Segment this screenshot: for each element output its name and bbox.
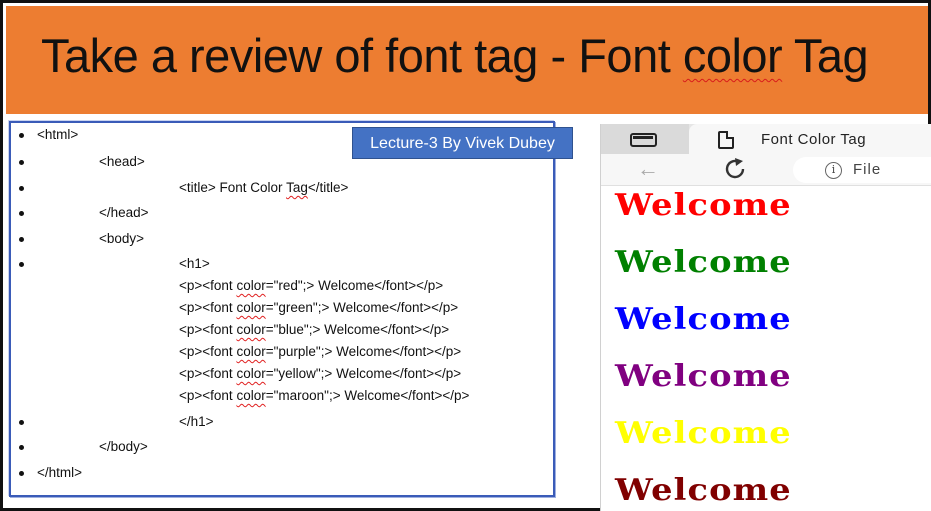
reload-icon[interactable] [721, 157, 749, 181]
code-text: </html> [37, 465, 83, 480]
bullet-icon [19, 237, 24, 242]
bullet-icon [19, 262, 24, 267]
bullet-icon [19, 445, 24, 450]
code-listing-panel: <html> <head> <title> Font Color Tag</ti… [9, 121, 555, 497]
welcome-text-green: Welcome [615, 245, 792, 280]
bullet-icon [19, 471, 24, 476]
page-icon [718, 131, 734, 149]
tabs-icon [630, 133, 657, 147]
bullet-icon [19, 186, 24, 191]
code-line: <p><font color="red";> Welcome</font></p… [179, 278, 444, 293]
tab-font-color-tag[interactable]: Font Color Tag [689, 124, 931, 154]
tab-actions-button[interactable] [601, 124, 689, 154]
page-viewport: Welcome Welcome Welcome Welcome Welcome … [601, 186, 931, 511]
lecture-badge: Lecture-3 By Vivek Dubey [352, 127, 573, 159]
code-line: <p><font color="blue";> Welcome</font></… [179, 322, 450, 337]
code-text: <head> [99, 154, 145, 169]
code-line: <p><font color="purple";> Welcome</font>… [179, 344, 462, 359]
navigation-bar: ← i File [601, 154, 931, 186]
title-text-spellcheck: color [682, 29, 783, 82]
code-line: <p><font color="yellow";> Welcome</font>… [179, 366, 462, 381]
bullet-icon [19, 211, 24, 216]
address-bar[interactable]: i File [793, 157, 931, 183]
bullet-icon [19, 420, 24, 425]
code-text: <html> [37, 127, 79, 142]
bullet-icon [19, 160, 24, 165]
welcome-text-maroon: Welcome [615, 473, 792, 508]
info-icon[interactable]: i [825, 162, 842, 179]
slide-title: Take a review of font tag - Font color T… [41, 28, 869, 83]
code-text: <body> [99, 231, 145, 246]
address-text: File [853, 161, 882, 178]
welcome-text-yellow: Welcome [615, 416, 792, 451]
bullet-icon [19, 133, 24, 138]
browser-window: Font Color Tag ← i File Welcome Welcome … [600, 124, 931, 511]
tab-strip: Font Color Tag [601, 124, 931, 154]
welcome-text-purple: Welcome [615, 359, 792, 394]
code-text: </h1> [179, 414, 214, 429]
code-text: <title> Font Color Tag</title> [179, 180, 349, 195]
code-text: </body> [99, 439, 148, 454]
welcome-text-red: Welcome [615, 188, 792, 223]
code-line: <p><font color="maroon";> Welcome</font>… [179, 388, 470, 403]
code-line: <p><font color="green";> Welcome</font><… [179, 300, 459, 315]
title-text: Take a review of font tag - Font [41, 29, 683, 82]
title-text-end: Tag [782, 29, 869, 82]
back-arrow-icon[interactable]: ← [637, 156, 659, 182]
slide-frame: Take a review of font tag - Font color T… [0, 0, 931, 511]
code-text: </head> [99, 205, 149, 220]
code-text: <h1> [179, 256, 210, 271]
welcome-text-blue: Welcome [615, 302, 792, 337]
title-banner: Take a review of font tag - Font color T… [6, 6, 928, 114]
tab-title: Font Color Tag [761, 131, 867, 148]
